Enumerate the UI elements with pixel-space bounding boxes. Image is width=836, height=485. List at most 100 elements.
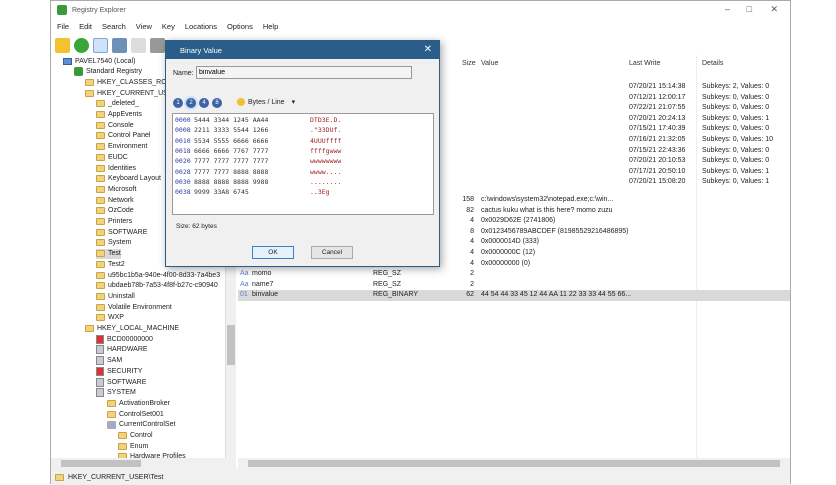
tree-node[interactable]: Identities [96, 163, 136, 173]
menu-key[interactable]: Key [162, 22, 175, 31]
tree-node[interactable]: PAVEL7540 (Local) [63, 56, 135, 66]
menu-options[interactable]: Options [227, 22, 253, 31]
close-button[interactable]: ✕ [770, 4, 778, 15]
tree-node[interactable]: ControlSet001 [107, 409, 164, 419]
hex-offset: 0020 [175, 157, 191, 166]
menu-search[interactable]: Search [102, 22, 126, 31]
cut-icon[interactable] [150, 37, 165, 53]
tree-node[interactable]: SAM [96, 356, 122, 366]
tree-node[interactable]: Control [118, 431, 153, 441]
tree-node-label: AppEvents [108, 111, 142, 118]
hex-ascii[interactable]: ........ [310, 178, 341, 186]
hex-ascii[interactable]: 4UUUffff [310, 137, 341, 145]
tree-node[interactable]: Volatile Environment [96, 302, 172, 312]
tree-node[interactable]: Printers [96, 217, 132, 227]
maximize-button[interactable]: □ [747, 4, 752, 14]
values-hscroll-thumb[interactable] [248, 460, 780, 467]
tree-node[interactable]: SYSTEM [96, 388, 136, 398]
tree-node[interactable]: EUDC [96, 152, 128, 162]
tree-node-label: Console [108, 121, 134, 129]
column-header-value[interactable]: Value [481, 60, 498, 67]
group-1-button[interactable]: 1 [173, 98, 183, 108]
key-details: Subkeys: 0, Values: 1 [702, 114, 770, 122]
name-field[interactable] [196, 66, 412, 79]
menu-view[interactable]: View [136, 22, 152, 31]
tree-node[interactable]: HKEY_CLASSES_ROO [85, 77, 172, 87]
hex-bytes[interactable]: 5444 3344 1245 AA44 [194, 116, 290, 124]
tree-node[interactable]: Network [96, 195, 134, 205]
tree-horizontal-scrollbar[interactable] [51, 458, 236, 469]
tree-node[interactable]: Microsoft [96, 184, 136, 194]
tree-node-selected[interactable]: Test [96, 248, 121, 259]
tree-scroll-thumb[interactable] [227, 325, 235, 365]
tree-node[interactable]: Environment [96, 142, 147, 152]
tree-node[interactable]: CurrentControlSet [107, 420, 175, 430]
tree-node[interactable]: WXP [96, 313, 124, 323]
hex-ascii[interactable]: ..3Eg [310, 188, 330, 196]
hex-bytes[interactable]: 7777 7777 8888 8888 [194, 168, 290, 176]
tree-node[interactable]: ubdaeb78b-7a53-4f8f-b27c-c90940 [96, 281, 218, 291]
hex-bytes[interactable]: 8888 8888 8888 9988 [194, 178, 290, 186]
refresh-icon[interactable] [74, 37, 89, 53]
tree-node[interactable]: SECURITY [96, 366, 142, 376]
tree-node[interactable]: Uninstall [96, 291, 135, 301]
hex-ascii[interactable]: wwww.... [310, 168, 341, 176]
hex-bytes[interactable]: 2211 3333 5544 1266 [194, 126, 290, 134]
tree-node[interactable]: ActivationBroker [107, 398, 170, 408]
tree-node-label: Keyboard Layout [108, 175, 161, 183]
hex-ascii[interactable]: ffffgwww [310, 147, 341, 155]
binary-value-icon: 01 [240, 291, 248, 299]
column-header-size[interactable]: Size [462, 60, 476, 67]
tree-node[interactable]: HARDWARE [96, 345, 148, 355]
hex-bytes[interactable]: 5534 5555 6666 6666 [194, 137, 290, 145]
menu-locations[interactable]: Locations [185, 22, 217, 31]
tree-node[interactable]: Enum [118, 441, 148, 451]
group-8-button[interactable]: 8 [212, 98, 222, 108]
value-row[interactable]: 01 binvalue REG_BINARY 62 44 54 44 33 45 12 … [238, 291, 790, 301]
tree-node[interactable]: SOFTWARE [96, 377, 146, 387]
copy-icon[interactable] [131, 37, 146, 53]
tree-node[interactable]: Console [96, 120, 134, 130]
hex-bytes[interactable]: 9999 33A8 6745 [194, 188, 290, 196]
hex-bytes[interactable]: 7777 7777 7777 7777 [194, 157, 290, 165]
tree-node[interactable]: BCD00000000 [96, 334, 153, 344]
bytes-per-line-dropdown[interactable]: Bytes / Line ▾ [237, 98, 295, 106]
lock-icon[interactable] [55, 37, 70, 53]
tree-node[interactable]: AppEvents [96, 110, 142, 120]
tree-node[interactable]: HKEY_CURRENT_USE [85, 88, 172, 98]
value-row[interactable]: Aa name7 REG_SZ 2 [238, 281, 790, 291]
hex-ascii[interactable]: wwwwwwww [310, 157, 341, 165]
hex-bytes[interactable]: 6666 6666 7767 7777 [194, 147, 290, 155]
hex-ascii[interactable]: ."33DUf. [310, 126, 341, 134]
tree-node[interactable]: OzCode [96, 206, 134, 216]
hex-ascii[interactable]: DTD3E.D. [310, 116, 341, 124]
tree-node[interactable]: Standard Registry [74, 67, 142, 77]
tree-node-label: ControlSet001 [119, 410, 164, 418]
tree-node[interactable]: Test2 [96, 259, 125, 269]
menu-help[interactable]: Help [263, 22, 278, 31]
cancel-button[interactable]: Cancel [311, 246, 353, 259]
tree-node[interactable]: System [96, 238, 131, 248]
group-2-button[interactable]: 2 [186, 98, 196, 108]
tree-node[interactable]: u95bc1b5a-940e-4f00-8d33-7a4be3 [96, 270, 220, 280]
tree-node-label: SAM [107, 357, 123, 365]
column-header-details[interactable]: Details [702, 60, 723, 67]
dialog-close-button[interactable]: ✕ [424, 44, 432, 55]
menu-file[interactable]: File [57, 22, 69, 31]
search-folder-icon[interactable] [93, 37, 108, 53]
column-header-last-write[interactable]: Last Write [629, 60, 660, 67]
tree-node[interactable]: Keyboard Layout [96, 174, 161, 184]
values-horizontal-scrollbar[interactable] [238, 458, 790, 469]
ok-button[interactable]: OK [252, 246, 294, 259]
group-4-button[interactable]: 4 [199, 98, 209, 108]
tree-node[interactable]: Control Panel [96, 131, 150, 141]
registry-file-icon[interactable] [112, 37, 127, 53]
tree-node[interactable]: HKEY_LOCAL_MACHINE [85, 324, 179, 334]
tree-node[interactable]: _deleted_ [96, 99, 139, 109]
value-row[interactable]: Aa momo REG_SZ 2 [238, 270, 790, 280]
hex-editor[interactable]: 0000 5444 3344 1245 AA44 DTD3E.D. 0008 2211 … [172, 113, 434, 215]
tree-hscroll-thumb[interactable] [61, 460, 141, 467]
minimize-button[interactable]: – [725, 4, 730, 14]
tree-node[interactable]: SOFTWARE [96, 227, 147, 237]
menu-edit[interactable]: Edit [79, 22, 92, 31]
